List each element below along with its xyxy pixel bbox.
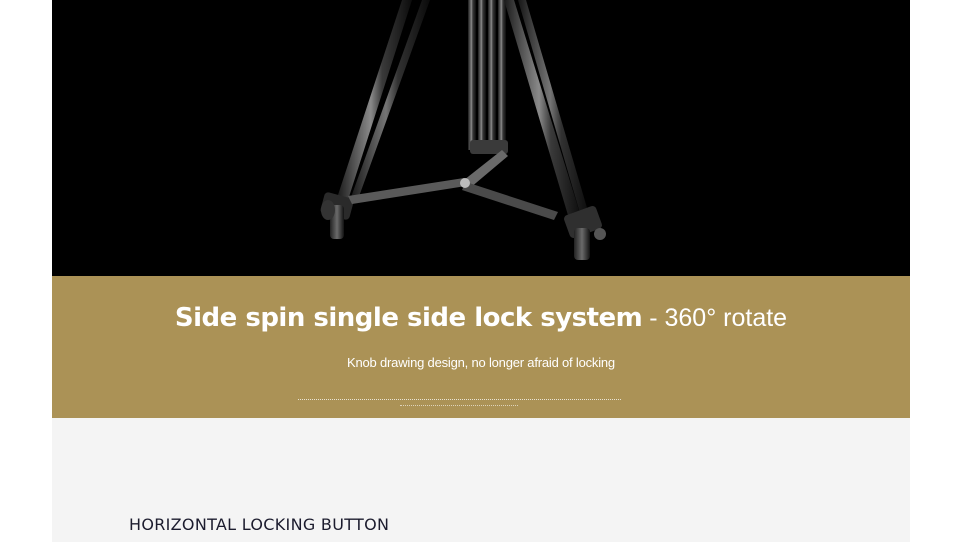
- product-page: Side spin single side lock system - 360°…: [52, 0, 910, 542]
- headline-rotate: - 360° rotate: [642, 304, 788, 332]
- tripod-illustration: [320, 0, 606, 260]
- spreader: [348, 150, 558, 220]
- decorative-divider: [298, 399, 621, 400]
- right-leg: [504, 0, 606, 260]
- left-leg: [320, 0, 430, 239]
- headline-bold: Side spin single side lock system: [174, 303, 643, 333]
- feature-band: Side spin single side lock system - 360°…: [52, 276, 910, 418]
- decorative-divider-short: [400, 405, 518, 406]
- tripod-photo: [52, 0, 910, 276]
- feature-subtitle: Knob drawing design, no longer afraid of…: [347, 355, 615, 370]
- feature-headline: Side spin single side lock system - 360°…: [52, 303, 910, 333]
- section-title: HORIZONTAL LOCKING BUTTON: [129, 515, 390, 534]
- lower-section: HORIZONTAL LOCKING BUTTON: [52, 418, 910, 542]
- center-column: [468, 0, 508, 154]
